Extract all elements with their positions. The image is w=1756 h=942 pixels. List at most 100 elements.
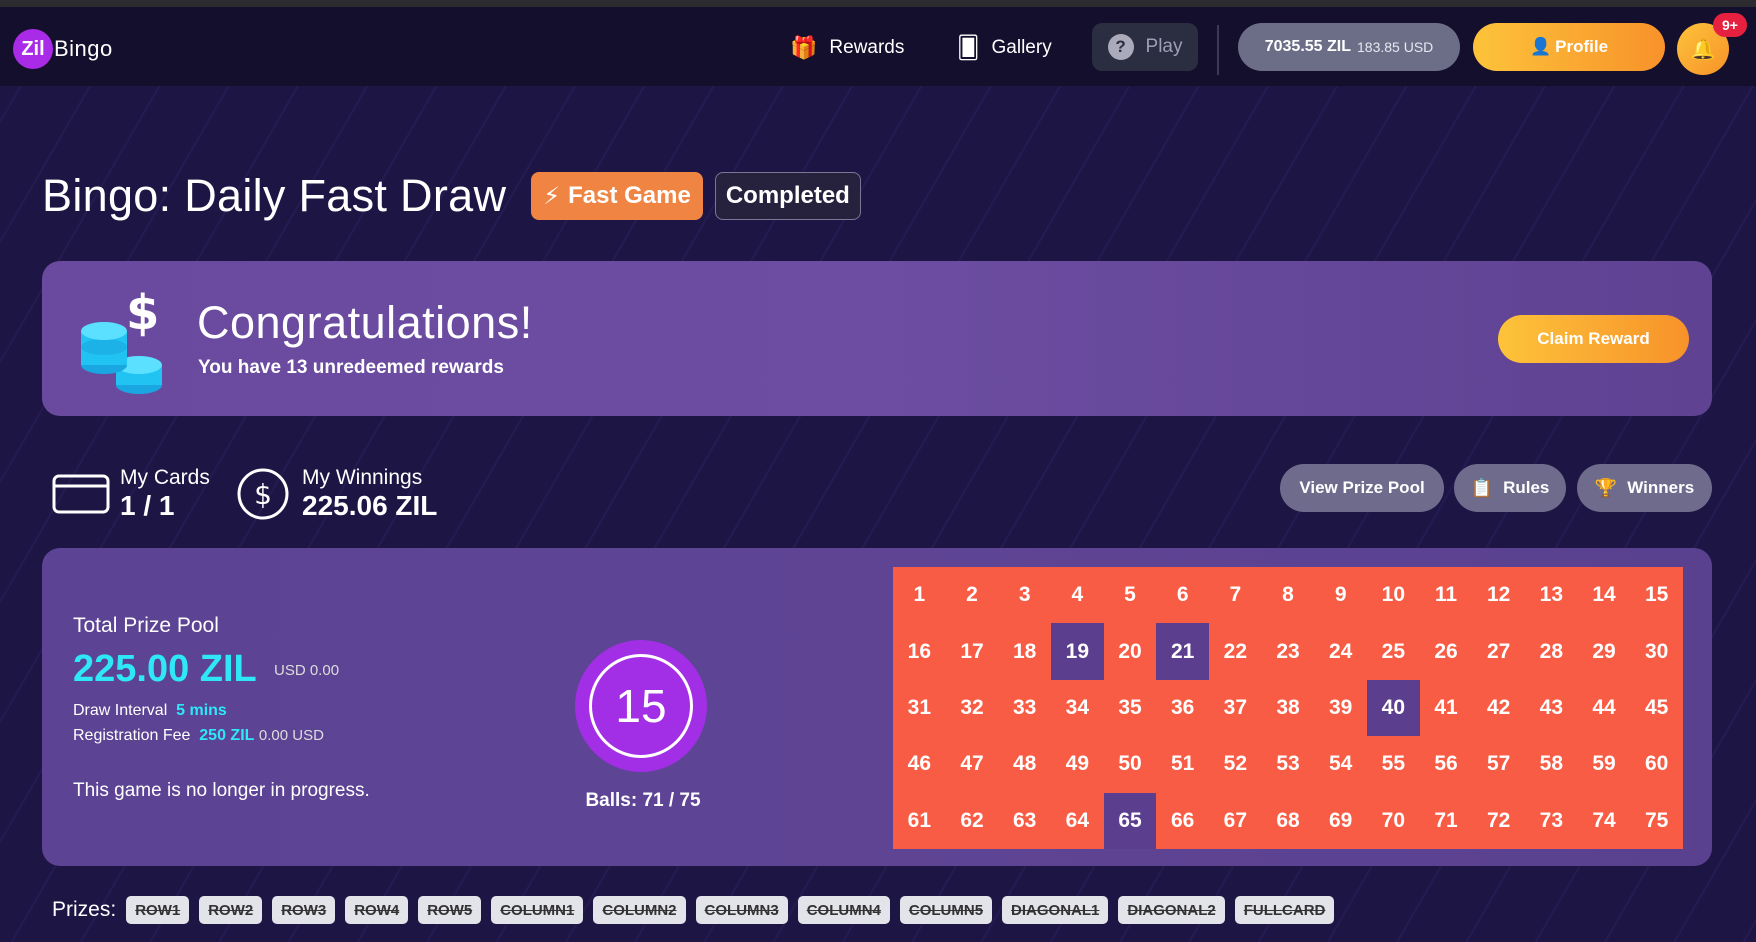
logo-badge: Zil: [13, 29, 53, 69]
board-cell: 21: [1156, 623, 1209, 680]
draw-interval: Draw Interval 5 mins: [73, 702, 227, 720]
board-cell: 4: [1071, 583, 1084, 607]
board-cell: 74: [1592, 808, 1616, 832]
board-cell: 64: [1065, 808, 1089, 832]
fast-game-tag: ⚡ Fast Game: [531, 172, 703, 220]
prize-tag: ROW3: [272, 896, 336, 924]
board-cell: 53: [1276, 752, 1300, 776]
card-icon: [52, 474, 110, 514]
board-cell: 18: [1012, 639, 1037, 663]
prize-tag: FULLCARD: [1234, 896, 1335, 924]
fast-game-label: Fast Game: [568, 182, 691, 209]
board-cell: 5: [1124, 583, 1136, 607]
balls-count: Balls: 71 / 75: [585, 790, 701, 811]
board-cell: 16: [907, 639, 931, 663]
cards-icon: 🂠: [957, 35, 980, 60]
svg-text:$: $: [126, 287, 159, 341]
board-cell: 14: [1592, 583, 1616, 607]
bell-icon: 🔔: [1690, 38, 1716, 61]
board-cell: 37: [1223, 695, 1247, 719]
board-cell: 1: [913, 583, 926, 607]
board-cell: 13: [1539, 583, 1563, 607]
board-cell: 32: [960, 695, 984, 719]
bingo-board: 1 2 3 4 5 6 7 8 9 10 11 12 13 14 15 16 17 18 19 20 21 22 23 24 2…: [893, 567, 1683, 849]
board-cell: 44: [1592, 695, 1616, 719]
board-cell: 42: [1486, 695, 1511, 719]
board-cell: 38: [1276, 695, 1300, 719]
logo[interactable]: Zil Bingo: [13, 29, 113, 69]
prize-tag: COLUMN4: [797, 896, 890, 924]
nav-gallery[interactable]: 🂠 Gallery: [957, 35, 1052, 61]
board-cell: 10: [1381, 583, 1405, 607]
dollar-circle-icon: $: [237, 468, 289, 520]
my-winnings-stat: $ My Winnings 225.06 ZIL: [236, 466, 437, 522]
trophy-icon: 🏆: [1594, 477, 1618, 498]
game-panel: Total Prize Pool 225.00 ZIL USD 0.00 Dra…: [42, 548, 1712, 866]
prize-pool-label: Total Prize Pool: [73, 614, 219, 637]
board-cell: 33: [1012, 695, 1037, 719]
user-icon: 👤: [1529, 37, 1552, 56]
draw-interval-value: 5 mins: [176, 702, 227, 719]
status-badge: Completed: [714, 172, 861, 220]
congrats-banner: $ Congratulations! You have 13 unredeeme…: [42, 261, 1712, 416]
prize-pool-usd: USD 0.00: [274, 662, 340, 679]
board-cell: 69: [1328, 808, 1353, 832]
board-cell: 35: [1118, 695, 1142, 719]
draw-interval-label: Draw Interval: [73, 702, 168, 719]
board-cell: 15: [1644, 583, 1669, 607]
current-ball: 15: [575, 640, 707, 772]
board-cell: 71: [1434, 808, 1458, 832]
board-cell: 26: [1434, 639, 1458, 663]
nav-rewards[interactable]: 🎁 Rewards: [790, 35, 904, 61]
profile-button[interactable]: 👤 Profile: [1473, 23, 1665, 71]
balance-usd: 183.85 USD: [1357, 39, 1434, 55]
congrats-title: Congratulations!: [197, 297, 533, 348]
prize-pool-value: 225.00 ZIL: [73, 648, 257, 690]
prizes-label: Prizes:: [52, 898, 117, 921]
current-ball-number: 15: [589, 654, 693, 758]
board-cell: 23: [1276, 639, 1300, 663]
question-icon: ?: [1107, 34, 1134, 60]
rules-button[interactable]: 📋 Rules: [1454, 464, 1566, 512]
board-cell: 27: [1486, 639, 1511, 663]
my-cards-stat: My Cards 1 / 1: [52, 466, 210, 522]
board-cell: 57: [1486, 752, 1511, 776]
top-navbar: Zil Bingo 🎁 Rewards 🂠 Gallery ? Play 703…: [0, 7, 1756, 86]
board-cell: 36: [1170, 695, 1195, 719]
board-cell: 41: [1434, 695, 1458, 719]
board-cell: 66: [1170, 808, 1195, 832]
board-cell: 58: [1539, 752, 1563, 776]
registration-fee-usd: 0.00 USD: [258, 727, 324, 744]
board-cell: 45: [1644, 695, 1669, 719]
board-cell: 60: [1644, 752, 1669, 776]
board-cell: 55: [1381, 752, 1405, 776]
play-button[interactable]: ? Play: [1092, 23, 1198, 71]
balance-zil: 7035.55 ZIL: [1264, 38, 1351, 55]
winners-button[interactable]: 🏆 Winners: [1577, 464, 1712, 512]
board-cell: 7: [1229, 583, 1242, 607]
board-cell: 49: [1065, 752, 1089, 776]
board-cell: 63: [1012, 808, 1037, 832]
nav-gallery-label: Gallery: [991, 37, 1052, 58]
view-prize-pool-button[interactable]: View Prize Pool: [1280, 464, 1444, 512]
prize-tag: COLUMN5: [899, 896, 993, 924]
registration-fee: Registration Fee 250 ZIL 0.00 USD: [73, 727, 324, 745]
page-title-row: Bingo: Daily Fast Draw ⚡ Fast Game Compl…: [42, 170, 861, 222]
board-cell: 68: [1276, 808, 1300, 832]
prize-tag: COLUMN2: [593, 896, 686, 924]
prize-tag: COLUMN1: [491, 896, 584, 924]
board-cell: 29: [1592, 639, 1616, 663]
prize-list: ROW1 ROW2 ROW3 ROW4 ROW5 COLUMN1 COLUMN2 COLUMN…: [126, 896, 1344, 924]
claim-reward-button[interactable]: Claim Reward: [1498, 315, 1689, 363]
prize-tag: DIAGONAL2: [1118, 896, 1225, 924]
board-cell: 19: [1051, 623, 1104, 680]
prizes-bar: Prizes: ROW1 ROW2 ROW3 ROW4 ROW5 COLUMN1 COLUM…: [52, 896, 1344, 924]
clipboard-icon: 📋: [1470, 477, 1494, 498]
wallet-balance[interactable]: 7035.55 ZIL 183.85 USD: [1238, 23, 1460, 71]
board-cell: 65: [1103, 792, 1157, 849]
board-cell: 20: [1118, 639, 1142, 663]
board-cell: 25: [1381, 639, 1405, 663]
board-cell: 72: [1486, 808, 1511, 832]
board-cell: 12: [1486, 583, 1511, 607]
coins-icon: $: [81, 287, 162, 394]
